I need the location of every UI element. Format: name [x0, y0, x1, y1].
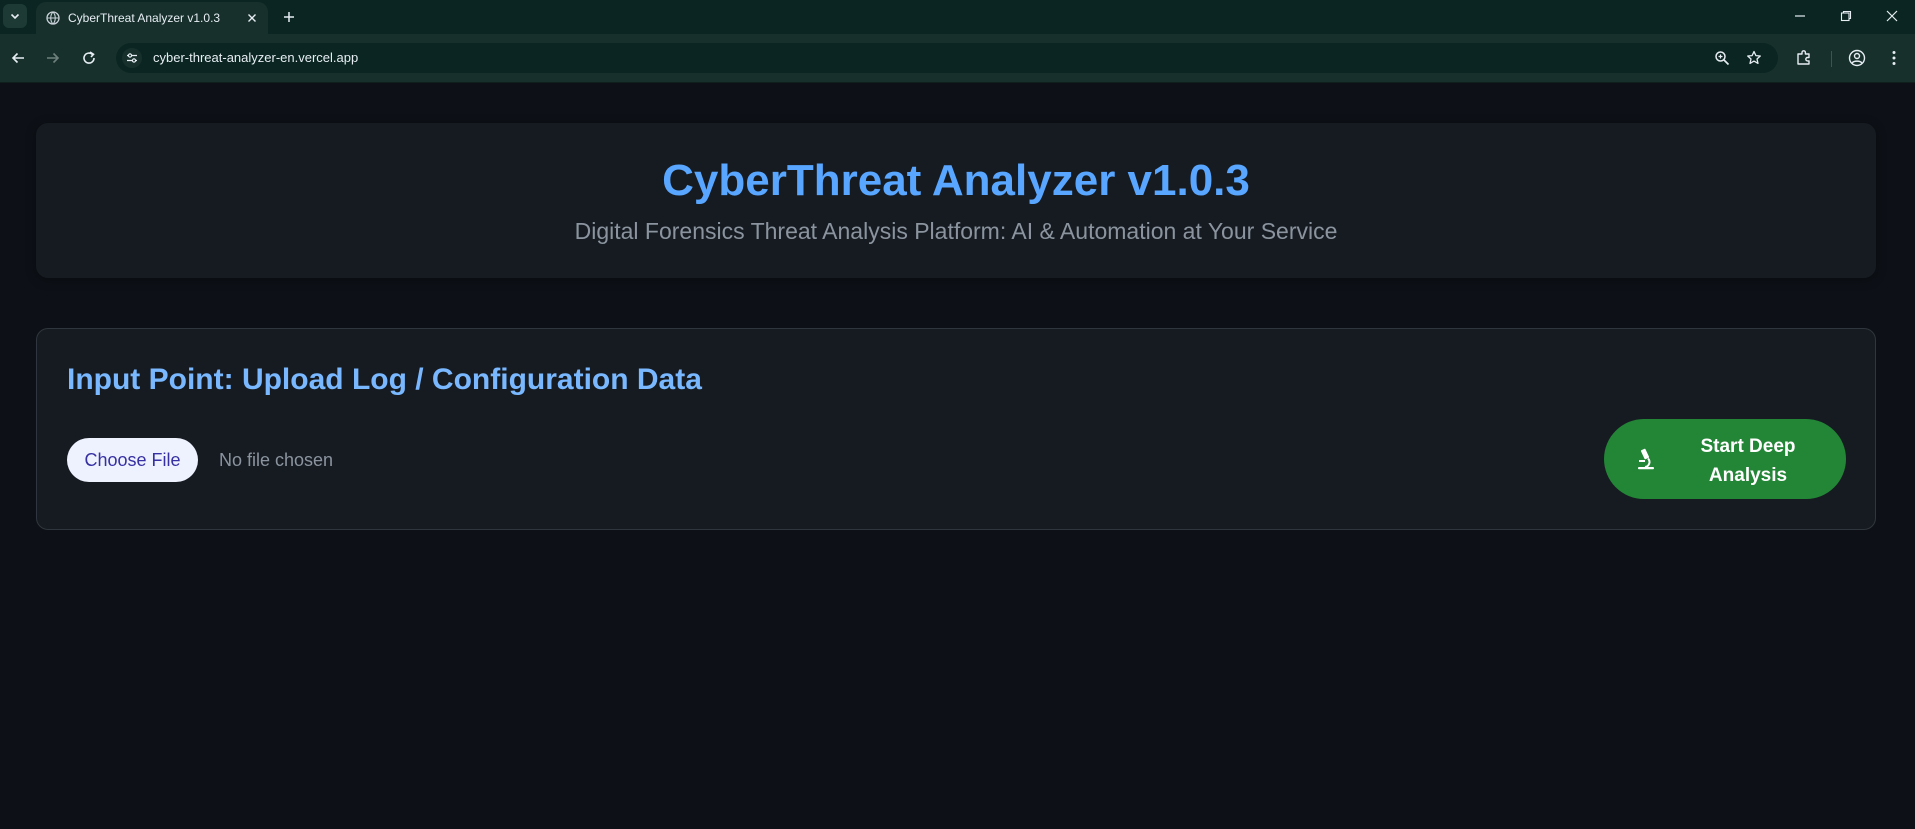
page-title: CyberThreat Analyzer v1.0.3 — [662, 156, 1250, 205]
close-window-button[interactable] — [1869, 0, 1915, 32]
address-bar[interactable]: cyber-threat-analyzer-en.vercel.app — [116, 43, 1778, 73]
header-card: CyberThreat Analyzer v1.0.3 Digital Fore… — [36, 123, 1876, 278]
chevron-down-icon — [10, 13, 20, 20]
browser-toolbar: cyber-threat-analyzer-en.vercel.app — [0, 34, 1915, 83]
tab-strip: CyberThreat Analyzer v1.0.3 — [0, 0, 1915, 34]
microscope-icon — [1638, 448, 1654, 470]
tab-search-button[interactable] — [3, 4, 27, 28]
start-deep-analysis-label: Start Deep Analysis — [1700, 436, 1796, 486]
plus-icon — [284, 12, 294, 22]
globe-icon — [46, 11, 60, 25]
new-tab-button[interactable] — [279, 7, 299, 27]
start-deep-analysis-button[interactable]: Start Deep Analysis — [1604, 419, 1846, 499]
tab-close-button[interactable] — [244, 10, 260, 26]
close-icon — [1886, 10, 1898, 22]
zoom-button[interactable] — [1713, 49, 1731, 67]
minimize-button[interactable] — [1777, 0, 1823, 32]
zoom-icon — [1715, 51, 1730, 66]
reload-button[interactable] — [78, 47, 100, 69]
file-status-text: No file chosen — [219, 450, 334, 470]
close-icon — [248, 14, 256, 22]
profile-button[interactable] — [1847, 48, 1867, 68]
extensions-button[interactable] — [1794, 48, 1814, 68]
arrow-right-icon — [47, 52, 60, 64]
tab-active[interactable]: CyberThreat Analyzer v1.0.3 — [36, 2, 268, 34]
arrow-left-icon — [11, 52, 24, 64]
site-info-button[interactable] — [122, 48, 142, 68]
toolbar-divider — [1831, 51, 1832, 67]
page-subtitle: Digital Forensics Threat Analysis Platfo… — [574, 218, 1338, 244]
upload-section-title: Input Point: Upload Log / Configuration … — [67, 363, 702, 396]
upload-card: Input Point: Upload Log / Configuration … — [36, 328, 1876, 530]
tab-title: CyberThreat Analyzer v1.0.3 — [68, 11, 221, 25]
bookmark-button[interactable] — [1745, 49, 1763, 67]
more-vertical-icon — [1892, 51, 1896, 65]
puzzle-icon — [1797, 50, 1810, 65]
restore-button[interactable] — [1823, 0, 1869, 32]
star-icon — [1747, 50, 1761, 65]
tune-icon — [127, 53, 137, 63]
restore-icon — [1840, 10, 1852, 22]
choose-file-button[interactable]: Choose File — [67, 438, 198, 482]
account-icon — [1848, 49, 1866, 67]
forward-button[interactable] — [42, 47, 64, 69]
reload-icon — [83, 51, 95, 64]
url-text: cyber-threat-analyzer-en.vercel.app — [153, 50, 359, 65]
minimize-icon — [1795, 15, 1805, 17]
menu-button[interactable] — [1884, 48, 1904, 68]
back-button[interactable] — [7, 47, 29, 69]
